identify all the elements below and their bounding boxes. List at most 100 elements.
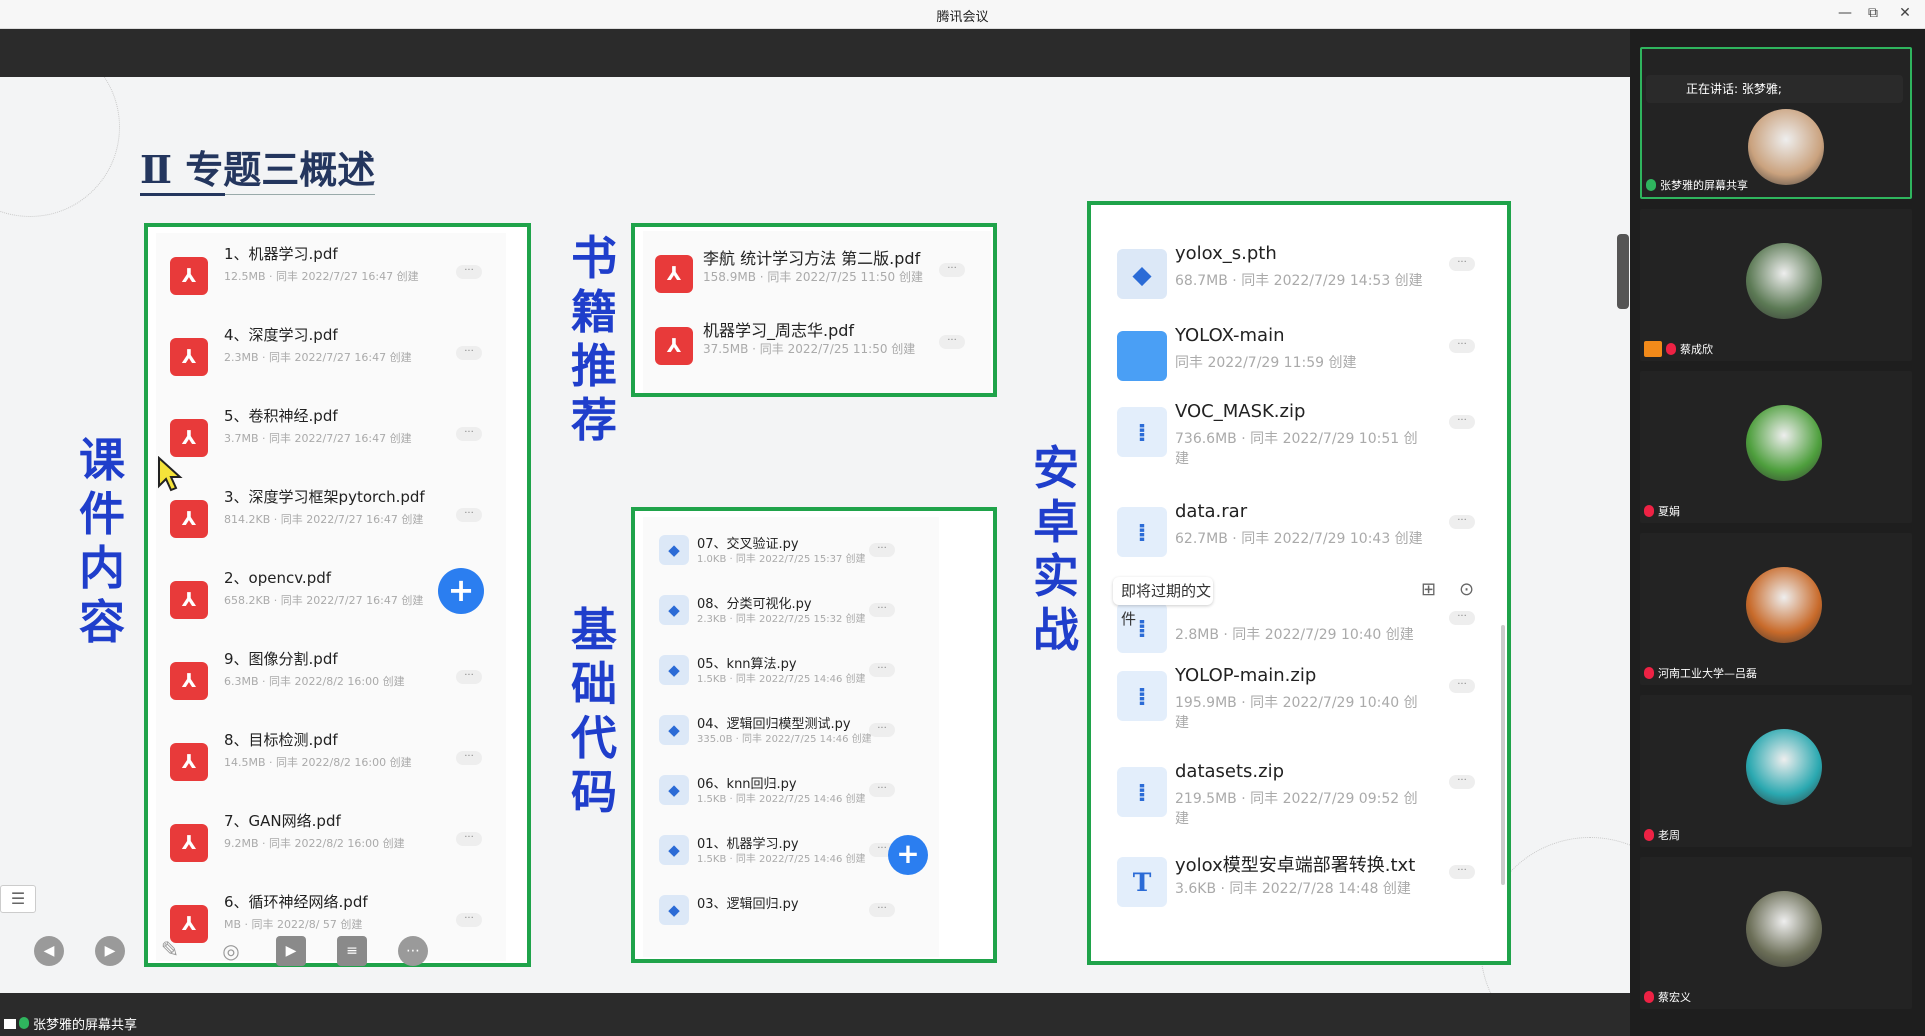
pdf-file-icon: ⅄	[170, 338, 208, 376]
participant-name: 老周	[1644, 827, 1680, 843]
more-options-button[interactable]: ···	[456, 508, 482, 522]
slide-title: Ⅱ 专题三概述	[140, 147, 376, 192]
menu-toggle-button[interactable]: ☰	[0, 885, 36, 913]
expiring-files-tab[interactable]: 即将过期的文件	[1113, 577, 1213, 628]
participant-name-label: 蔡成欣	[1680, 343, 1713, 356]
more-options-button[interactable]: ···	[456, 670, 482, 684]
txt-file-icon: T	[1117, 857, 1167, 907]
more-options-button[interactable]: ···	[456, 265, 482, 279]
participant-tile[interactable]: 夏娟	[1640, 371, 1912, 523]
side-scroll-handle[interactable]	[1617, 234, 1629, 309]
pdf-file-icon: ⅄	[170, 500, 208, 538]
file-meta: 3.7MB · 同丰 2022/7/27 16:47 创建	[224, 432, 412, 445]
file-row[interactable]: ⁞ VOC_MASK.zip 736.6MB · 同丰 2022/7/29 10:5…	[1109, 385, 1505, 475]
more-options-button[interactable]: ···	[1449, 865, 1475, 879]
file-row[interactable]: ◆ 07、交叉验证.py 1.0KB · 同丰 2022/7/25 15:37 创建…	[643, 521, 939, 581]
file-row[interactable]: Tyolox模型安卓端部署转换.txt 3.6KB · 同丰 2022/7/28 …	[1109, 835, 1505, 925]
file-row[interactable]: ◆ 05、knn算法.py 1.5KB · 同丰 2022/7/25 14:46 创…	[643, 641, 939, 701]
file-row[interactable]: ◆ 06、knn回归.py 1.5KB · 同丰 2022/7/25 14:46 创…	[643, 761, 939, 821]
file-row[interactable]: ⅄ 李航 统计学习方法 第二版.pdf 158.9MB · 同丰 2022/7/25…	[643, 235, 991, 307]
more-options-button[interactable]: ···	[869, 783, 895, 797]
file-name: 04、逻辑回归模型测试.py	[697, 717, 851, 732]
more-options-button[interactable]: ···	[869, 663, 895, 677]
participant-name-label: 蔡宏义	[1658, 991, 1691, 1004]
previous-slide-icon[interactable]: ◀	[34, 936, 64, 966]
more-options-button[interactable]: ···	[456, 832, 482, 846]
more-options-button[interactable]: ···	[869, 543, 895, 557]
file-row[interactable]: ⅄ 1、机器学习.pdf 12.5MB · 同丰 2022/7/27 16:47 创…	[156, 239, 506, 320]
restore-button[interactable]: ⧉	[1863, 5, 1883, 21]
minimize-button[interactable]: —	[1835, 5, 1855, 21]
file-row[interactable]: ⅄ 4、深度学习.pdf 2.3MB · 同丰 2022/7/27 16:47 创建…	[156, 320, 506, 401]
participant-tile[interactable]: 张梦雅的屏幕共享	[1640, 47, 1912, 199]
file-meta: 158.9MB · 同丰 2022/7/25 11:50 创建	[703, 270, 923, 284]
chat-icon[interactable]: ≡	[337, 936, 367, 966]
file-name: 7、GAN网络.pdf	[224, 812, 341, 830]
participant-tile[interactable]: 蔡成欣	[1640, 209, 1912, 361]
more-options-button[interactable]: ···	[1449, 339, 1475, 353]
speaking-text: 正在讲话: 张梦雅;	[1686, 82, 1782, 96]
file-row[interactable]: ⅄花书-中文版.pdf30.8MB · 同丰 2022/7/25 11:50 创…	[643, 379, 991, 393]
file-row[interactable]: ⁞ YOLOP-main.zip 195.9MB · 同丰 2022/7/29 10…	[1109, 649, 1505, 739]
more-options-button[interactable]: ···	[456, 427, 482, 441]
video-icon[interactable]: ▶	[276, 936, 306, 966]
mouse-cursor-icon	[158, 456, 183, 492]
participant-name: 河南工业大学—吕磊	[1644, 665, 1757, 681]
file-row[interactable]: ⁞ data.rar 62.7MB · 同丰 2022/7/29 10:43 创建 ·…	[1109, 485, 1505, 575]
participant-name-label: 张梦雅的屏幕共享	[1660, 179, 1748, 192]
participant-tile[interactable]: 蔡宏义	[1640, 857, 1912, 1009]
next-slide-icon[interactable]: ▶	[95, 936, 125, 966]
file-row[interactable]: ⅄ 5、卷积神经.pdf 3.7MB · 同丰 2022/7/27 16:47 创建…	[156, 401, 506, 482]
more-options-button[interactable]: ···	[456, 346, 482, 360]
avatar	[1748, 109, 1824, 185]
file-row[interactable]: ◆ 03、逻辑回归.py ···	[643, 881, 939, 941]
add-file-button[interactable]: +	[888, 835, 928, 875]
more-options-button[interactable]: ···	[939, 263, 965, 277]
file-name: 3、深度学习框架pytorch.pdf	[224, 488, 425, 506]
more-options-icon[interactable]: ⊙	[1459, 579, 1474, 600]
window-titlebar: 腾讯会议 — ⧉ ✕	[0, 0, 1925, 29]
close-button[interactable]: ✕	[1895, 5, 1915, 21]
avatar	[1746, 567, 1822, 643]
more-options-button[interactable]: ···	[456, 751, 482, 765]
more-icon[interactable]: ⋯	[398, 936, 428, 966]
grid-view-icon[interactable]: ⊞	[1421, 579, 1436, 600]
file-row[interactable]: ⅄ 7、GAN网络.pdf 9.2MB · 同丰 2022/8/2 16:00 创建…	[156, 806, 506, 887]
more-options-button[interactable]: ···	[869, 903, 895, 917]
participant-tile[interactable]: 河南工业大学—吕磊	[1640, 533, 1912, 685]
more-options-button[interactable]: ···	[1449, 679, 1475, 693]
file-name: 8、目标检测.pdf	[224, 731, 338, 749]
pdf-file-icon: ⅄	[170, 581, 208, 619]
more-options-button[interactable]: ···	[939, 335, 965, 349]
file-name: YOLOP-main.zip	[1175, 665, 1317, 686]
py-file-icon: ◆	[659, 655, 689, 685]
file-row[interactable]: ◆ 08、分类可视化.py 2.3KB · 同丰 2022/7/25 15:32 创…	[643, 581, 939, 641]
add-file-button[interactable]: +	[438, 568, 484, 614]
more-options-button[interactable]: ···	[456, 913, 482, 927]
participant-tile[interactable]: 老周	[1640, 695, 1912, 847]
file-row[interactable]: ◆ 04、逻辑回归模型测试.py 335.0B · 同丰 2022/7/25 14:…	[643, 701, 939, 761]
file-name: 4、深度学习.pdf	[224, 326, 338, 344]
file-row[interactable]: ⁞ datasets.zip 219.5MB · 同丰 2022/7/29 09:5…	[1109, 745, 1505, 835]
file-row[interactable]: ⅄ 3、深度学习框架pytorch.pdf 814.2KB · 同丰 2022/7/…	[156, 482, 506, 563]
label-code: 基础代码	[571, 603, 617, 819]
file-row[interactable]: ⅄ 8、目标检测.pdf 14.5MB · 同丰 2022/8/2 16:00 创建…	[156, 725, 506, 806]
more-options-button[interactable]: ···	[869, 603, 895, 617]
more-options-button[interactable]: ···	[1449, 515, 1475, 529]
more-options-button[interactable]: ···	[1449, 611, 1475, 625]
screenshot-icon[interactable]: ◎	[216, 936, 246, 966]
file-name: 07、交叉验证.py	[697, 537, 799, 552]
more-options-button[interactable]: ···	[869, 723, 895, 737]
file-row[interactable]: ⅄ 9、图像分割.pdf 6.3MB · 同丰 2022/8/2 16:00 创建 ·…	[156, 644, 506, 725]
scrollbar[interactable]	[1501, 625, 1505, 885]
more-options-button[interactable]: ···	[1449, 775, 1475, 789]
mic-icon	[1644, 991, 1654, 1003]
more-options-button[interactable]: ···	[1449, 257, 1475, 271]
file-row[interactable]: ◆ yolox_s.pth 68.7MB · 同丰 2022/7/29 14:53 …	[1109, 227, 1505, 317]
more-options-button[interactable]: ···	[1449, 415, 1475, 429]
mic-icon	[1644, 667, 1654, 679]
file-name: 5、卷积神经.pdf	[224, 407, 338, 425]
file-name: 2、opencv.pdf	[224, 569, 332, 587]
pen-icon[interactable]: ✎	[155, 936, 185, 966]
file-row[interactable]: ⅄ 机器学习_周志华.pdf 37.5MB · 同丰 2022/7/25 11:50…	[643, 307, 991, 379]
